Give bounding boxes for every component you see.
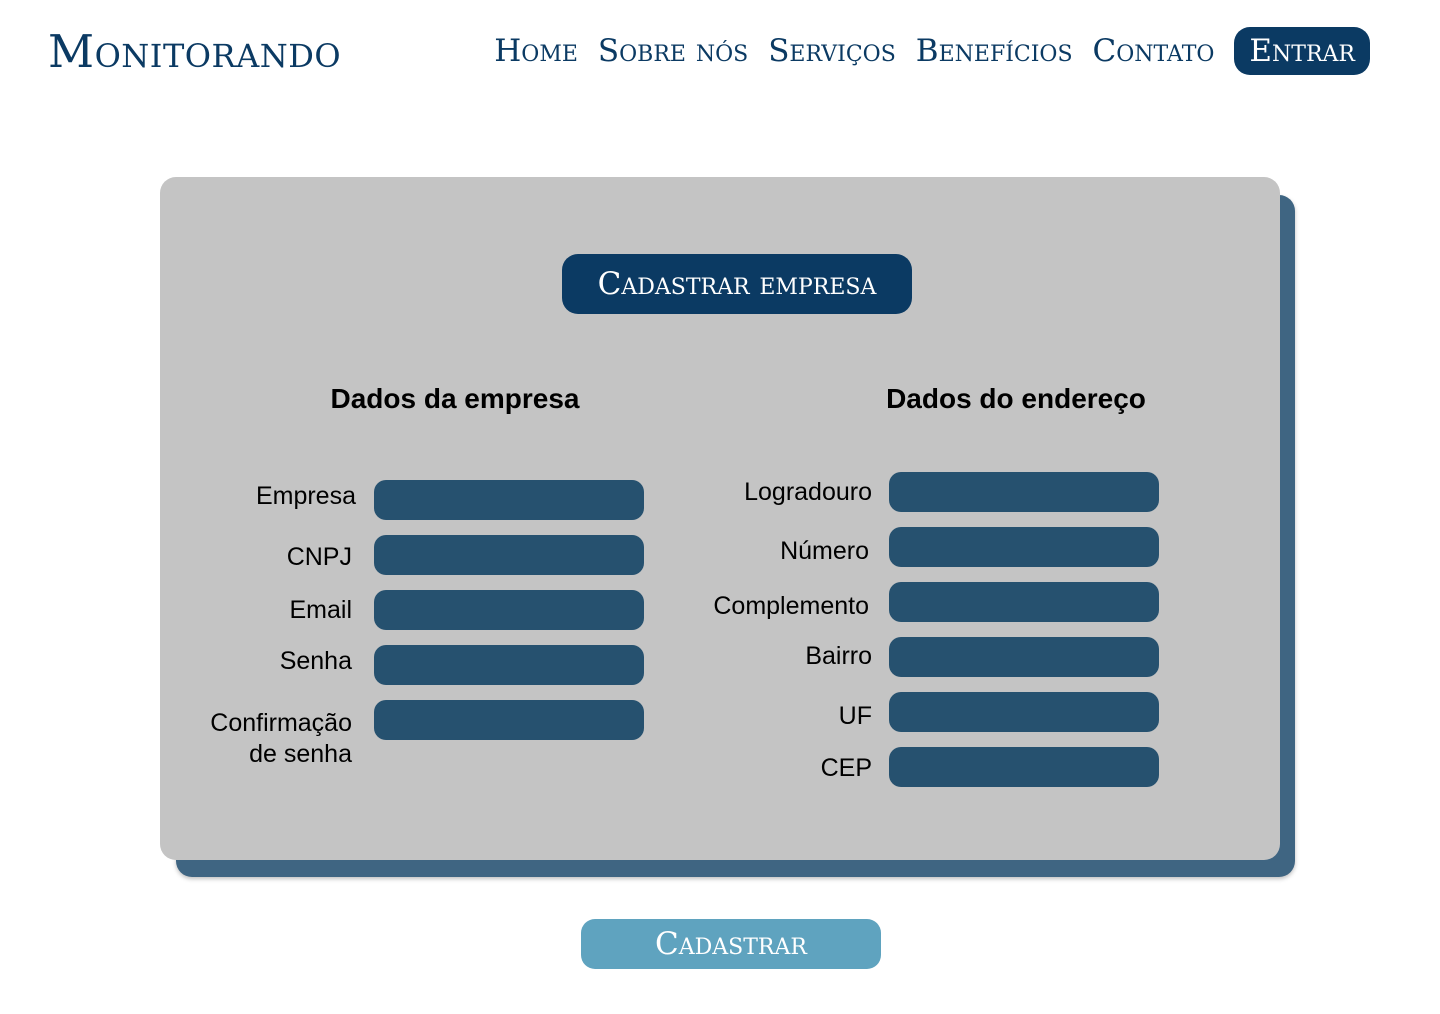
- email-input[interactable]: [374, 590, 644, 630]
- password-confirm-input[interactable]: [374, 700, 644, 740]
- nav-benefits[interactable]: Benefícios: [916, 27, 1073, 75]
- street-input[interactable]: [889, 472, 1159, 512]
- main-nav: Home Sobre nós Serviços Benefícios Conta…: [494, 27, 1370, 75]
- complement-label: Complemento: [713, 592, 869, 620]
- company-section-heading: Dados da empresa: [330, 383, 580, 414]
- street-label: Logradouro: [744, 478, 872, 506]
- nav-services[interactable]: Serviços: [768, 27, 896, 75]
- neighborhood-input[interactable]: [889, 637, 1159, 677]
- neighborhood-label: Bairro: [805, 642, 872, 670]
- uf-input[interactable]: [889, 692, 1159, 732]
- cep-input[interactable]: [889, 747, 1159, 787]
- cnpj-input[interactable]: [374, 535, 644, 575]
- uf-label: UF: [838, 702, 872, 730]
- password-confirm-label: Confirmação de senha: [210, 709, 352, 768]
- number-label: Número: [780, 537, 869, 565]
- cep-label: CEP: [820, 754, 872, 782]
- password-input[interactable]: [374, 645, 644, 685]
- company-name-label: Empresa: [255, 482, 356, 510]
- company-name-input[interactable]: [374, 480, 644, 520]
- number-input[interactable]: [889, 527, 1159, 567]
- brand-logo[interactable]: Monitorando: [48, 26, 341, 78]
- login-button[interactable]: Entrar: [1234, 27, 1370, 75]
- register-form-card: Cadastrar empresa Dados da empresa Empre…: [160, 177, 1280, 860]
- nav-home[interactable]: Home: [494, 27, 578, 75]
- complement-input[interactable]: [889, 582, 1159, 622]
- nav-contact[interactable]: Contato: [1093, 27, 1215, 75]
- password-label: Senha: [279, 647, 352, 675]
- cnpj-label: CNPJ: [286, 543, 352, 571]
- form-title: Cadastrar empresa: [562, 254, 912, 314]
- nav-about[interactable]: Sobre nós: [598, 27, 748, 75]
- register-submit-button[interactable]: Cadastrar: [581, 919, 881, 969]
- email-label: Email: [289, 596, 352, 624]
- address-section-heading: Dados do endereço: [886, 383, 1146, 414]
